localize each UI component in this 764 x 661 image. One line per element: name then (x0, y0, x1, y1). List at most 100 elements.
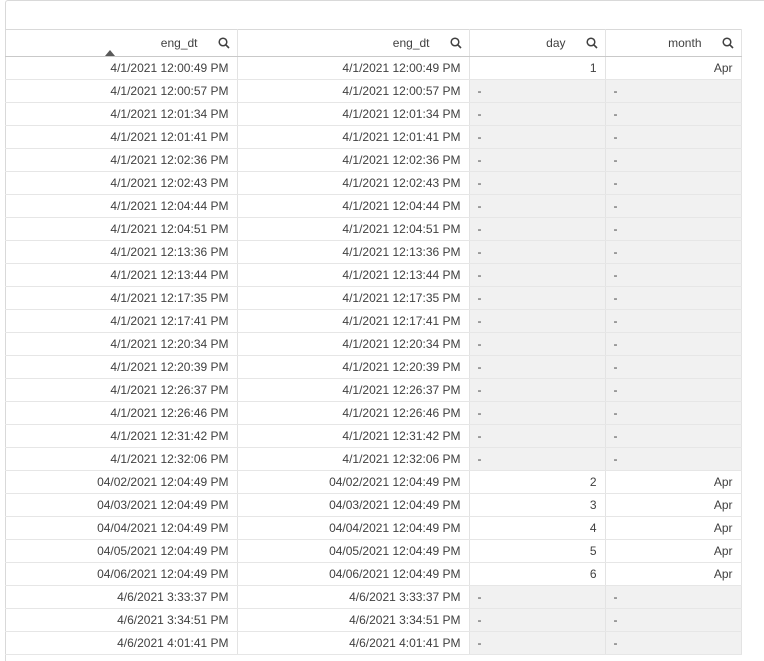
table-cell[interactable]: Apr (605, 562, 742, 586)
table-cell[interactable]: 04/02/2021 12:04:49 PM (237, 470, 470, 494)
table-cell[interactable]: Apr (605, 516, 742, 540)
table-cell[interactable]: 4/1/2021 12:04:51 PM (237, 217, 470, 241)
table-cell[interactable]: - (469, 378, 606, 402)
table-cell[interactable]: - (469, 585, 606, 609)
table-cell[interactable]: - (469, 355, 606, 379)
table-cell[interactable]: 4/1/2021 12:13:36 PM (5, 240, 238, 264)
table-cell[interactable]: - (469, 79, 606, 103)
table-cell[interactable]: 4/1/2021 12:13:36 PM (237, 240, 470, 264)
column-header-month[interactable]: month (605, 29, 742, 57)
table-cell[interactable]: - (469, 309, 606, 333)
table-cell[interactable]: 4/1/2021 12:13:44 PM (5, 263, 238, 287)
table-cell[interactable]: 04/06/2021 12:04:49 PM (237, 562, 470, 586)
table-cell[interactable]: 4/1/2021 12:00:57 PM (237, 79, 470, 103)
table-cell[interactable]: - (605, 585, 742, 609)
table-cell[interactable]: 04/04/2021 12:04:49 PM (5, 516, 238, 540)
table-cell[interactable]: 4/1/2021 12:01:34 PM (237, 102, 470, 126)
table-cell[interactable]: 4/1/2021 12:26:46 PM (5, 401, 238, 425)
table-cell[interactable]: 6 (469, 562, 606, 586)
table-cell[interactable]: 4/1/2021 12:31:42 PM (237, 424, 470, 448)
table-cell[interactable]: - (469, 217, 606, 241)
search-icon[interactable] (585, 37, 598, 49)
table-cell[interactable]: 4/1/2021 12:20:39 PM (5, 355, 238, 379)
table-cell[interactable]: 4/1/2021 12:31:42 PM (5, 424, 238, 448)
table-cell[interactable]: - (605, 447, 742, 471)
table-cell[interactable]: - (469, 148, 606, 172)
table-cell[interactable]: 4/1/2021 12:20:34 PM (5, 332, 238, 356)
table-cell[interactable]: - (469, 401, 606, 425)
table-cell[interactable]: - (605, 194, 742, 218)
table-cell[interactable]: - (605, 171, 742, 195)
table-cell[interactable]: 4/1/2021 12:01:34 PM (5, 102, 238, 126)
table-cell[interactable]: 4/1/2021 12:17:41 PM (5, 309, 238, 333)
table-cell[interactable]: 3 (469, 493, 606, 517)
table-cell[interactable]: 4/1/2021 12:04:44 PM (237, 194, 470, 218)
table-cell[interactable]: - (469, 194, 606, 218)
table-cell[interactable]: 4/6/2021 4:01:41 PM (5, 631, 238, 655)
table-cell[interactable]: 4/1/2021 12:26:46 PM (237, 401, 470, 425)
table-cell[interactable]: 4/1/2021 12:32:06 PM (237, 447, 470, 471)
table-cell[interactable]: 4/1/2021 12:26:37 PM (237, 378, 470, 402)
table-cell[interactable]: 4/1/2021 12:17:35 PM (5, 286, 238, 310)
column-header-eng_dt[interactable]: eng_dt (5, 29, 238, 57)
table-cell[interactable]: - (605, 217, 742, 241)
table-cell[interactable]: - (605, 102, 742, 126)
table-cell[interactable]: 4 (469, 516, 606, 540)
table-cell[interactable]: - (605, 608, 742, 632)
table-cell[interactable]: - (469, 286, 606, 310)
table-cell[interactable]: 4/1/2021 12:01:41 PM (237, 125, 470, 149)
table-cell[interactable]: 4/1/2021 12:00:49 PM (5, 56, 238, 80)
table-cell[interactable]: 4/1/2021 12:01:41 PM (5, 125, 238, 149)
table-cell[interactable]: 4/1/2021 12:04:51 PM (5, 217, 238, 241)
table-cell[interactable]: 04/04/2021 12:04:49 PM (237, 516, 470, 540)
table-cell[interactable]: 4/1/2021 12:20:34 PM (237, 332, 470, 356)
table-cell[interactable]: - (605, 240, 742, 264)
table-cell[interactable]: 4/1/2021 12:02:36 PM (237, 148, 470, 172)
table-cell[interactable]: - (605, 286, 742, 310)
table-cell[interactable]: - (469, 608, 606, 632)
table-cell[interactable]: - (469, 263, 606, 287)
table-cell[interactable]: - (469, 447, 606, 471)
table-cell[interactable]: 04/05/2021 12:04:49 PM (237, 539, 470, 563)
table-cell[interactable]: 04/03/2021 12:04:49 PM (237, 493, 470, 517)
table-cell[interactable]: - (469, 171, 606, 195)
search-icon[interactable] (449, 37, 462, 49)
search-icon[interactable] (217, 37, 230, 49)
table-cell[interactable]: 04/06/2021 12:04:49 PM (5, 562, 238, 586)
table-cell[interactable]: 4/1/2021 12:02:43 PM (5, 171, 238, 195)
table-cell[interactable]: 4/1/2021 12:00:49 PM (237, 56, 470, 80)
table-cell[interactable]: 4/6/2021 3:33:37 PM (5, 585, 238, 609)
table-cell[interactable]: - (469, 240, 606, 264)
table-cell[interactable]: - (469, 125, 606, 149)
table-cell[interactable]: 4/1/2021 12:26:37 PM (5, 378, 238, 402)
table-cell[interactable]: Apr (605, 539, 742, 563)
table-cell[interactable]: 4/1/2021 12:17:41 PM (237, 309, 470, 333)
table-cell[interactable]: Apr (605, 493, 742, 517)
table-cell[interactable]: - (605, 631, 742, 655)
table-cell[interactable]: 4/1/2021 12:00:57 PM (5, 79, 238, 103)
table-cell[interactable]: 4/6/2021 3:33:37 PM (237, 585, 470, 609)
table-cell[interactable]: - (605, 309, 742, 333)
table-cell[interactable]: 4/1/2021 12:04:44 PM (5, 194, 238, 218)
column-header-eng_dt[interactable]: eng_dt (237, 29, 470, 57)
table-cell[interactable]: 5 (469, 539, 606, 563)
table-cell[interactable]: 4/6/2021 4:01:41 PM (237, 631, 470, 655)
table-cell[interactable]: 04/03/2021 12:04:49 PM (5, 493, 238, 517)
table-cell[interactable]: - (605, 263, 742, 287)
table-cell[interactable]: 2 (469, 470, 606, 494)
table-cell[interactable]: - (605, 79, 742, 103)
table-cell[interactable]: 4/1/2021 12:20:39 PM (237, 355, 470, 379)
table-cell[interactable]: - (469, 424, 606, 448)
table-cell[interactable]: - (605, 424, 742, 448)
table-cell[interactable]: 04/05/2021 12:04:49 PM (5, 539, 238, 563)
table-cell[interactable]: - (605, 148, 742, 172)
table-cell[interactable]: - (605, 125, 742, 149)
table-cell[interactable]: - (605, 332, 742, 356)
search-icon[interactable] (721, 37, 734, 49)
table-cell[interactable]: 4/1/2021 12:13:44 PM (237, 263, 470, 287)
table-cell[interactable]: 04/02/2021 12:04:49 PM (5, 470, 238, 494)
table-cell[interactable]: Apr (605, 56, 742, 80)
table-cell[interactable]: 4/1/2021 12:02:43 PM (237, 171, 470, 195)
table-cell[interactable]: 4/6/2021 3:34:51 PM (5, 608, 238, 632)
table-cell[interactable]: - (469, 332, 606, 356)
